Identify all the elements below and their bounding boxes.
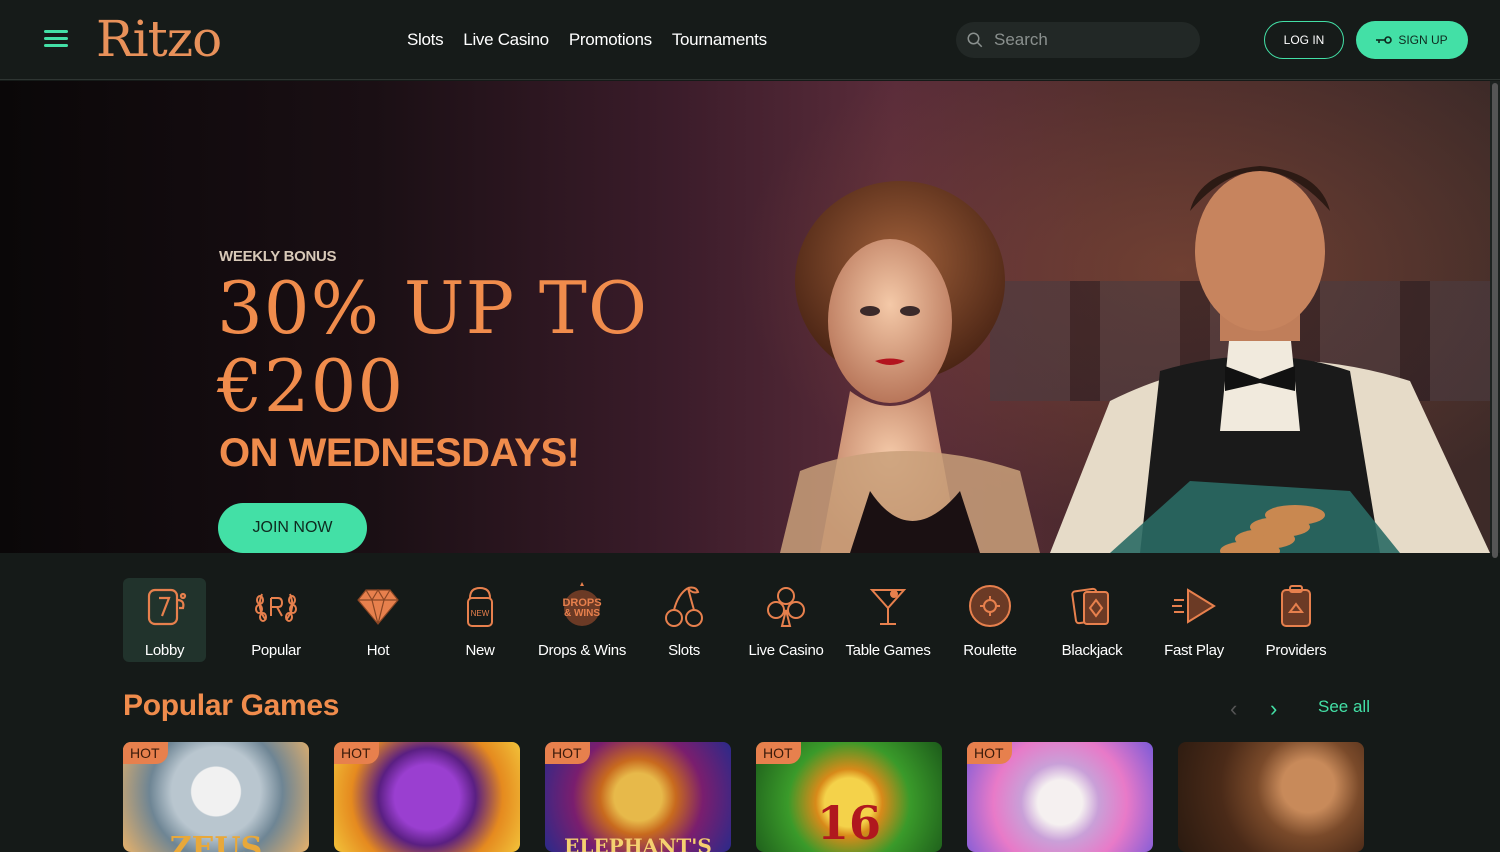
category-providers[interactable]: Providers xyxy=(1245,578,1347,662)
hero-banner[interactable]: WEEKLY BONUS 30% UP TO €200 ON WEDNESDAY… xyxy=(0,81,1490,553)
signup-button[interactable]: SIGN UP xyxy=(1356,21,1468,59)
category-roulette[interactable]: Roulette xyxy=(939,578,1041,662)
category-label: Live Casino xyxy=(748,642,824,659)
hot-badge: HOT xyxy=(123,742,168,764)
category-label: Lobby xyxy=(144,642,185,659)
popular-games-row: ZEUS HOT HOT ELEPHANT'S HOT 16 HOT HOT xyxy=(123,742,1364,852)
hamburger-menu-icon[interactable] xyxy=(44,30,68,50)
dealer-illustration xyxy=(1050,166,1490,553)
category-hot[interactable]: Hot xyxy=(327,578,429,662)
game-card[interactable]: HOT xyxy=(334,742,520,852)
category-table-games[interactable]: Table Games xyxy=(837,578,939,662)
ritzo-logo[interactable]: Ritzo xyxy=(96,10,222,68)
scrollbar-thumb[interactable] xyxy=(1492,83,1498,558)
hot-badge: HOT xyxy=(967,742,1012,764)
nav-tournaments[interactable]: Tournaments xyxy=(672,30,767,50)
search-icon xyxy=(967,32,983,48)
category-popular[interactable]: Popular xyxy=(225,578,327,662)
providers-icon xyxy=(1281,585,1311,627)
category-label: Table Games xyxy=(845,642,931,659)
hero-title-line2: €200 xyxy=(217,344,405,428)
game-card[interactable]: 16 HOT xyxy=(756,742,942,852)
category-new[interactable]: NEW New xyxy=(429,578,531,662)
diamond-icon xyxy=(357,588,399,625)
category-label: Hot xyxy=(366,642,390,659)
category-label: New xyxy=(465,642,495,659)
cocktail-icon xyxy=(869,589,907,625)
game-art-text: ELEPHANT'S xyxy=(564,834,712,852)
svg-text:NEW: NEW xyxy=(471,609,490,618)
search-input[interactable] xyxy=(994,30,1184,50)
slot-machine-7-icon xyxy=(147,588,186,626)
game-art-text: 16 xyxy=(816,796,881,850)
new-tag-icon: NEW xyxy=(467,586,493,627)
see-all-link[interactable]: See all xyxy=(1318,697,1370,717)
chevron-left-icon[interactable]: ‹ xyxy=(1230,696,1237,722)
drops-wins-icon: DROPS& WINS xyxy=(562,582,602,626)
category-label: Blackjack xyxy=(1061,642,1123,659)
hot-badge: HOT xyxy=(334,742,379,764)
category-label: Popular xyxy=(251,642,301,659)
laurel-r-icon xyxy=(255,593,297,622)
hero-title-line1: 30% UP TO xyxy=(217,266,648,350)
category-drops-wins[interactable]: DROPS & WINS Drops & Wins xyxy=(531,578,633,662)
fast-play-icon xyxy=(1172,588,1216,624)
cherries-icon xyxy=(665,586,703,627)
site-header: Ritzo Slots Live Casino Promotions Tourn… xyxy=(0,0,1500,80)
hot-badge: HOT xyxy=(545,742,590,764)
login-button[interactable]: LOG IN xyxy=(1264,21,1344,59)
category-label: Slots xyxy=(668,642,700,659)
category-label: Drops & Wins xyxy=(537,642,627,659)
gift-key-icon xyxy=(1376,36,1393,44)
chevron-right-icon[interactable]: › xyxy=(1270,696,1277,722)
nav-live-casino[interactable]: Live Casino xyxy=(463,30,549,50)
game-art-text: ZEUS xyxy=(169,831,263,852)
category-slots[interactable]: Slots xyxy=(633,578,735,662)
category-live-casino[interactable]: Live Casino xyxy=(735,578,837,662)
category-label: Roulette xyxy=(963,642,1017,659)
nav-slots[interactable]: Slots xyxy=(407,30,444,50)
nav-promotions[interactable]: Promotions xyxy=(569,30,652,50)
main-nav: Slots Live Casino Promotions Tournaments xyxy=(407,30,767,50)
game-card[interactable]: HOT xyxy=(967,742,1153,852)
svg-text:& WINS: & WINS xyxy=(564,608,600,619)
popular-games-title: Popular Games xyxy=(123,689,340,722)
hero-subtitle: ON WEDNESDAYS! xyxy=(219,431,580,475)
woman-illustration xyxy=(780,181,1040,553)
cards-icon xyxy=(1071,587,1109,625)
roulette-icon xyxy=(969,585,1011,627)
category-label: Fast Play xyxy=(1164,642,1224,659)
game-card[interactable]: ELEPHANT'S HOT xyxy=(545,742,731,852)
game-card[interactable]: ZEUS HOT xyxy=(123,742,309,852)
category-bar: Lobby Popular Hot NEW New DROPS & WINS Dr… xyxy=(123,578,1347,662)
hero-kicker: WEEKLY BONUS xyxy=(219,248,337,265)
search-box[interactable] xyxy=(956,22,1200,58)
join-now-button[interactable]: JOIN NOW xyxy=(218,503,367,553)
game-thumbnail xyxy=(1178,742,1364,852)
hero-title: 30% UP TO €200 xyxy=(217,269,648,425)
signup-label: SIGN UP xyxy=(1398,33,1448,47)
hot-badge: HOT xyxy=(756,742,801,764)
category-fast-play[interactable]: Fast Play xyxy=(1143,578,1245,662)
category-label: Providers xyxy=(1265,642,1327,659)
page-scrollbar[interactable] xyxy=(1490,81,1500,558)
category-blackjack[interactable]: Blackjack xyxy=(1041,578,1143,662)
category-lobby[interactable]: Lobby xyxy=(123,578,206,662)
club-icon xyxy=(767,587,805,627)
game-card[interactable] xyxy=(1178,742,1364,852)
